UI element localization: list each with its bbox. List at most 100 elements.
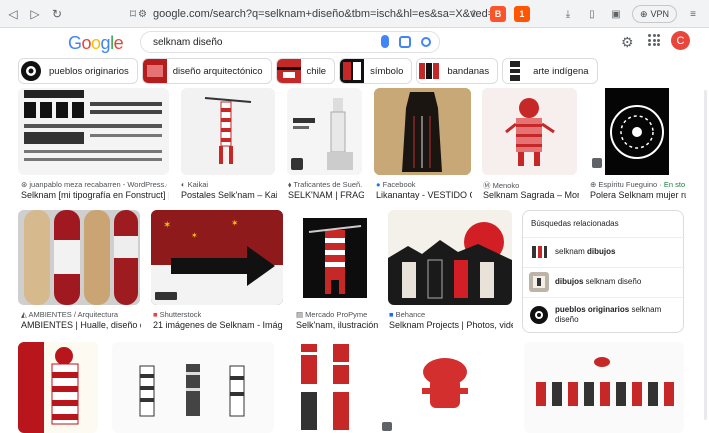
result-thumbnail — [18, 342, 98, 433]
site-favicon-icon: Ⓜ — [483, 181, 493, 190]
apps-grid-icon[interactable] — [648, 34, 660, 46]
result-title[interactable]: SELK'NAM | FRAGM... — [288, 190, 364, 200]
behance-icon: ■ — [389, 310, 396, 319]
result-title[interactable]: Postales Selk'nam – Kaik... — [181, 190, 277, 200]
related-thumbnail — [529, 241, 549, 262]
related-thumbnail — [530, 305, 548, 324]
image-result[interactable] — [374, 88, 471, 175]
brave-shields-icon[interactable]: B — [489, 6, 506, 22]
search-icon[interactable] — [421, 36, 431, 47]
result-title[interactable]: Selk'nam, ilustración ... — [296, 320, 378, 330]
result-thumbnail — [388, 210, 512, 305]
chip-diseno-arquitectonico[interactable]: diseño arquitectónico — [141, 58, 272, 84]
result-title[interactable]: Selknam Sagrada – Mon... — [483, 190, 579, 200]
chip-bandanas[interactable]: bandanas — [416, 58, 499, 84]
result-thumbnail — [18, 210, 140, 305]
result-source[interactable]: ● Facebook — [376, 180, 470, 189]
result-title[interactable]: Selknam [mi tipografía en Fonstruct] | J… — [21, 190, 169, 200]
microphone-icon[interactable] — [381, 35, 389, 48]
result-thumbnail — [295, 210, 375, 305]
result-thumbnail — [378, 342, 512, 433]
image-result[interactable] — [524, 342, 684, 433]
result-source[interactable]: ⊛ juanpablo meza recabarren - WordPress.… — [21, 180, 167, 189]
image-result[interactable] — [112, 342, 274, 433]
result-thumbnail — [524, 342, 684, 433]
google-logo[interactable]: Google — [68, 33, 124, 54]
result-thumbnail — [589, 88, 685, 175]
image-result[interactable] — [18, 88, 169, 175]
chip-arte-indigena[interactable]: arte indígena — [502, 58, 598, 84]
lens-icon[interactable] — [399, 35, 411, 48]
result-source[interactable]: ⊕ Espíritu Fueguino · En stock — [590, 180, 685, 189]
image-result[interactable] — [378, 342, 512, 433]
related-heading: Búsquedas relacionadas — [531, 219, 619, 228]
result-title[interactable]: Polera Selknam mujer ru... — [590, 190, 686, 200]
result-title[interactable]: Likanantay - VESTIDO CO... — [376, 190, 472, 200]
result-thumbnail — [287, 88, 362, 175]
image-result[interactable] — [287, 88, 362, 175]
result-thumbnail: ✶ ✶ ✶ — [151, 210, 283, 305]
result-source[interactable]: ■ Shutterstock — [153, 310, 283, 319]
result-thumbnail — [482, 88, 577, 175]
address-bar[interactable]: ⚙ google.com/search?q=selknam+diseño&tbm… — [138, 4, 490, 24]
related-search-item[interactable]: selknam dibujos — [523, 237, 685, 265]
chip-thumbnail — [503, 59, 528, 83]
chip-thumbnail — [19, 59, 43, 83]
image-result[interactable] — [482, 88, 577, 175]
search-input[interactable]: selknam diseño — [140, 31, 440, 53]
result-thumbnail — [374, 88, 471, 175]
result-source[interactable]: ◐ Kaikai — [181, 180, 275, 189]
related-search-item[interactable]: pueblos originarios selknam diseño — [523, 297, 685, 331]
image-result[interactable]: ✶ ✶ ✶ — [151, 210, 283, 305]
result-source[interactable]: ■ Behance — [389, 310, 513, 319]
result-source[interactable]: ▤ Mercado ProPyme — [296, 310, 376, 319]
browser-toolbar: ◁ ▷ ↻ ⌑ ⚙ google.com/search?q=selknam+di… — [0, 0, 709, 28]
url-text: google.com/search?q=selknam+diseño&tbm=i… — [152, 8, 490, 20]
image-result[interactable] — [287, 342, 371, 433]
chip-simbolo[interactable]: símbolo — [339, 58, 413, 84]
download-icon[interactable]: ⤓ — [560, 6, 576, 22]
google-header: Google selknam diseño ⚙ C — [0, 28, 709, 56]
image-result[interactable] — [18, 342, 98, 433]
image-result[interactable] — [589, 88, 685, 175]
chip-chile[interactable]: chile — [275, 58, 336, 84]
share-icon[interactable]: ⇧ — [466, 6, 482, 22]
site-settings-icon[interactable]: ⚙ — [138, 9, 147, 20]
brave-rewards-icon[interactable]: 1 — [513, 6, 530, 22]
shutterstock-icon: ■ — [153, 310, 160, 319]
site-favicon-icon: ◐ — [181, 180, 188, 189]
reload-icon[interactable]: ↻ — [48, 5, 66, 23]
svg-text:✶: ✶ — [191, 231, 198, 240]
result-source[interactable]: ◭ AMBIENTES / Arquitectura — [21, 310, 141, 319]
result-thumbnail — [181, 88, 275, 175]
chip-thumbnail — [340, 59, 365, 83]
vpn-icon: ⊕ — [639, 8, 648, 19]
result-title[interactable]: AMBIENTES | Hualle, diseño des... — [21, 320, 141, 330]
page-scrollbar[interactable] — [704, 90, 707, 420]
result-thumbnail — [287, 342, 371, 433]
image-result[interactable] — [181, 88, 275, 175]
gear-icon[interactable]: ⚙ — [621, 34, 634, 51]
result-title[interactable]: 21 imágenes de Selknam - Imágene... — [153, 320, 283, 330]
svg-text:✶: ✶ — [163, 220, 171, 231]
result-source[interactable]: ⬧ Traficantes de Sueñ... — [288, 180, 362, 190]
result-thumbnail — [112, 342, 274, 433]
result-title[interactable]: Selknam Projects | Photos, video... — [389, 320, 513, 330]
forward-icon[interactable]: ▷ — [26, 5, 44, 23]
related-searches: Búsquedas relacionadas selknam dibujos d… — [522, 210, 685, 333]
menu-icon[interactable]: ≡ — [685, 6, 701, 22]
chip-thumbnail — [276, 59, 301, 83]
related-search-item[interactable]: dibujos selknam diseño — [523, 267, 685, 295]
avatar[interactable]: C — [671, 31, 690, 50]
refine-chips: pueblos originarios diseño arquitectónic… — [18, 58, 598, 84]
chip-thumbnail — [417, 59, 442, 83]
store-icon: ▤ — [296, 310, 306, 319]
chip-pueblos-originarios[interactable]: pueblos originarios — [18, 58, 138, 84]
back-icon[interactable]: ◁ — [4, 5, 22, 23]
image-result[interactable] — [388, 210, 512, 305]
image-result[interactable] — [295, 210, 375, 305]
vpn-button[interactable]: ⊕ VPN — [631, 5, 677, 23]
sidebar-icon[interactable]: ▯ — [584, 6, 600, 22]
image-result[interactable] — [18, 210, 140, 305]
wallet-icon[interactable]: ▣ — [608, 6, 624, 22]
